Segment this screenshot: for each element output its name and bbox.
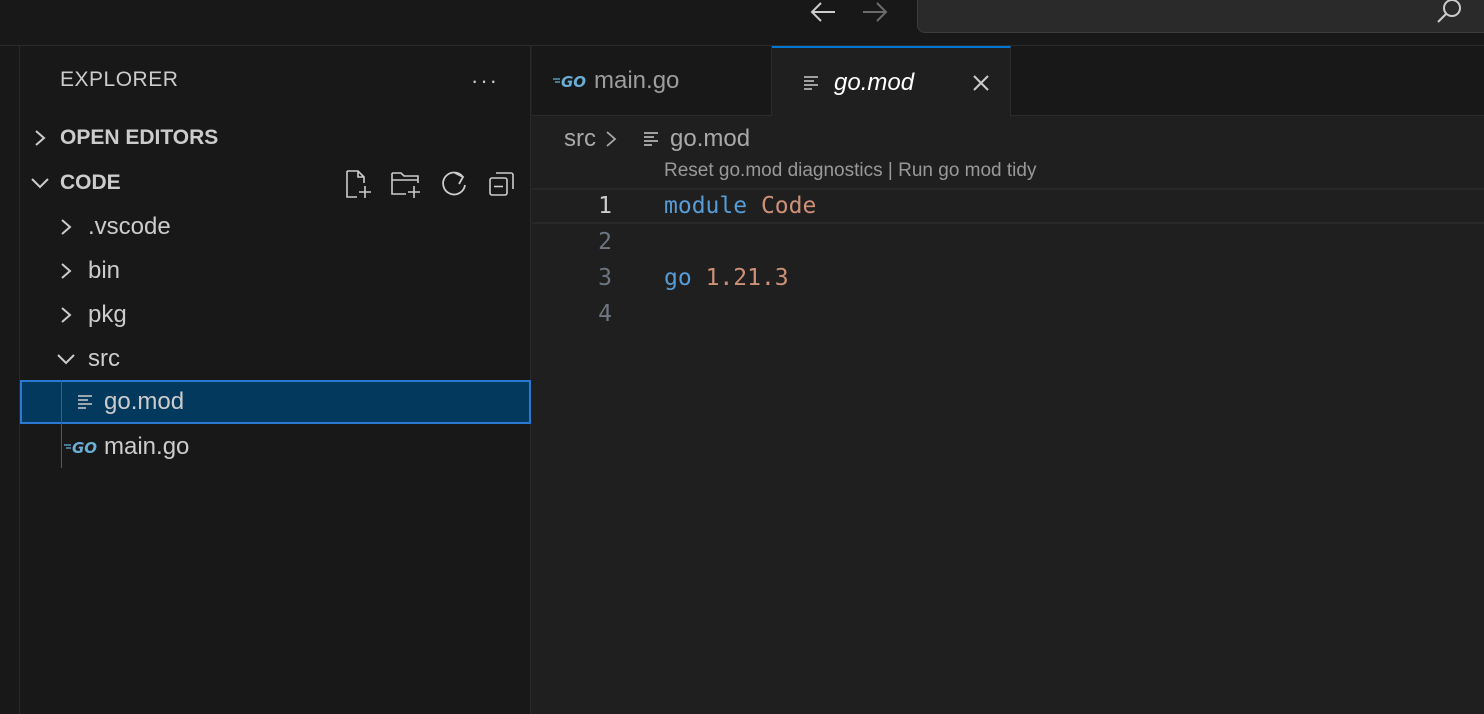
code-line: 1 module Code: [532, 188, 1484, 224]
section-label: OPEN EDITORS: [60, 126, 219, 149]
code-keyword: go: [664, 265, 692, 291]
back-button[interactable]: [803, 0, 843, 24]
code-line: 4: [532, 296, 1484, 332]
code-text: module Code: [664, 193, 816, 219]
explorer-sidebar: EXPLORER ··· OPEN EDITORS CODE .vscode b…: [20, 46, 531, 714]
lines-file-icon: [72, 390, 100, 414]
svg-text:GO: GO: [561, 73, 586, 90]
code-line: 3 go 1.21.3: [532, 260, 1484, 296]
tree-item-pkg[interactable]: pkg: [20, 293, 531, 337]
new-file-icon: [346, 170, 371, 198]
chevron-right-icon: [54, 215, 78, 239]
tree-item-vscode[interactable]: .vscode: [20, 205, 531, 249]
title-bar: [0, 0, 1484, 46]
collapse-all-button[interactable]: [485, 167, 519, 201]
tree-item-label: go.mod: [104, 388, 185, 415]
section-label: CODE: [60, 171, 121, 194]
go-file-icon: GO: [62, 435, 100, 459]
tree-item-go-mod[interactable]: go.mod: [20, 380, 531, 424]
chevron-right-icon: [54, 303, 78, 327]
lines-file-icon: [802, 73, 822, 93]
go-file-icon: GO: [552, 72, 588, 90]
code-keyword: module: [664, 193, 748, 219]
close-icon: [973, 75, 989, 91]
breadcrumb-folder[interactable]: src: [564, 125, 596, 153]
tree-item-src[interactable]: src: [20, 337, 531, 381]
forward-button[interactable]: [855, 0, 895, 24]
chevron-down-icon: [20, 175, 60, 191]
tree-item-label: main.go: [104, 433, 190, 460]
indent-guide: [61, 380, 62, 468]
activity-bar: [0, 46, 20, 714]
code-text: go 1.21.3: [664, 265, 789, 291]
arrow-right-icon: [863, 2, 888, 22]
tab-go-mod[interactable]: go.mod: [772, 46, 1011, 117]
editor-area: GO main.go go.mod src go.mod Reset go.mo…: [532, 46, 1484, 714]
svg-text:GO: GO: [72, 439, 97, 456]
tree-item-label: pkg: [88, 301, 127, 328]
line-number: 2: [598, 229, 612, 255]
tab-label: main.go: [594, 67, 680, 94]
codelens-actions[interactable]: Reset go.mod diagnostics | Run go mod ti…: [664, 160, 1036, 182]
refresh-icon: [442, 171, 466, 196]
search-icon: [1437, 0, 1461, 23]
tree-item-bin[interactable]: bin: [20, 249, 531, 293]
more-actions-button[interactable]: ···: [468, 64, 502, 98]
tree-item-label: src: [88, 345, 120, 372]
command-center-search[interactable]: [917, 0, 1484, 33]
refresh-button[interactable]: [437, 167, 471, 201]
chevron-right-icon: [54, 259, 78, 283]
new-folder-icon: [391, 172, 420, 198]
open-editors-section[interactable]: OPEN EDITORS: [20, 118, 531, 158]
breadcrumb-file[interactable]: go.mod: [670, 125, 750, 153]
code-value: 1.21.3: [705, 265, 789, 291]
arrow-left-icon: [810, 2, 835, 22]
new-folder-button[interactable]: [389, 167, 423, 201]
tab-close-button[interactable]: [968, 70, 994, 96]
chevron-down-icon: [54, 347, 78, 371]
tree-item-label: bin: [88, 257, 121, 284]
line-number: 3: [598, 265, 612, 291]
chevron-right-icon: [20, 128, 60, 148]
code-folder-section[interactable]: CODE: [20, 163, 531, 203]
lines-file-icon: [642, 129, 662, 149]
sidebar-title: EXPLORER: [60, 68, 179, 91]
line-number: 4: [598, 301, 612, 327]
tab-label: go.mod: [834, 68, 915, 96]
section-actions: [341, 167, 519, 201]
tree-item-label: .vscode: [88, 213, 171, 240]
breadcrumb: src go.mod: [564, 122, 750, 156]
code-line: 2: [532, 224, 1484, 260]
chevron-right-icon: [604, 129, 618, 149]
tab-bar: GO main.go go.mod: [532, 46, 1484, 117]
code-value: Code: [760, 193, 817, 219]
line-number: 1: [598, 193, 612, 219]
tab-main-go[interactable]: GO main.go: [532, 46, 772, 116]
tree-item-main-go[interactable]: GO main.go: [20, 425, 531, 469]
new-file-button[interactable]: [341, 167, 375, 201]
collapse-all-icon: [489, 172, 514, 196]
